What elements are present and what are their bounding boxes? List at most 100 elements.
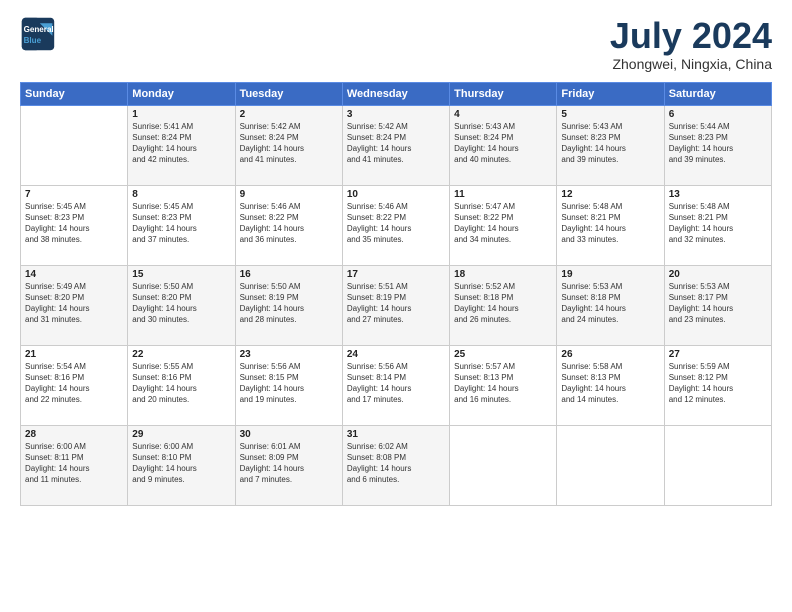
day-number: 7 [25, 189, 123, 200]
day-number: 29 [132, 429, 230, 440]
svg-text:Blue: Blue [24, 36, 42, 45]
cell-w4-d7: 27Sunrise: 5:59 AM Sunset: 8:12 PM Dayli… [664, 345, 771, 425]
day-info: Sunrise: 5:57 AM Sunset: 8:13 PM Dayligh… [454, 361, 552, 406]
day-number: 8 [132, 189, 230, 200]
day-number: 23 [240, 349, 338, 360]
day-number: 31 [347, 429, 445, 440]
col-tuesday: Tuesday [235, 82, 342, 105]
calendar-table: Sunday Monday Tuesday Wednesday Thursday… [20, 82, 772, 506]
day-number: 6 [669, 109, 767, 120]
day-number: 3 [347, 109, 445, 120]
month-title: July 2024 [610, 16, 772, 56]
cell-w5-d2: 29Sunrise: 6:00 AM Sunset: 8:10 PM Dayli… [128, 425, 235, 505]
cell-w5-d5 [450, 425, 557, 505]
day-info: Sunrise: 5:48 AM Sunset: 8:21 PM Dayligh… [669, 201, 767, 246]
week-row-5: 28Sunrise: 6:00 AM Sunset: 8:11 PM Dayli… [21, 425, 772, 505]
cell-w1-d6: 5Sunrise: 5:43 AM Sunset: 8:23 PM Daylig… [557, 105, 664, 185]
day-number: 17 [347, 269, 445, 280]
cell-w2-d2: 8Sunrise: 5:45 AM Sunset: 8:23 PM Daylig… [128, 185, 235, 265]
cell-w4-d5: 25Sunrise: 5:57 AM Sunset: 8:13 PM Dayli… [450, 345, 557, 425]
day-info: Sunrise: 5:56 AM Sunset: 8:15 PM Dayligh… [240, 361, 338, 406]
col-wednesday: Wednesday [342, 82, 449, 105]
cell-w1-d7: 6Sunrise: 5:44 AM Sunset: 8:23 PM Daylig… [664, 105, 771, 185]
day-info: Sunrise: 5:50 AM Sunset: 8:19 PM Dayligh… [240, 281, 338, 326]
day-info: Sunrise: 5:43 AM Sunset: 8:24 PM Dayligh… [454, 121, 552, 166]
day-number: 21 [25, 349, 123, 360]
cell-w1-d4: 3Sunrise: 5:42 AM Sunset: 8:24 PM Daylig… [342, 105, 449, 185]
logo-icon: General Blue [20, 16, 56, 52]
cell-w3-d7: 20Sunrise: 5:53 AM Sunset: 8:17 PM Dayli… [664, 265, 771, 345]
week-row-1: 1Sunrise: 5:41 AM Sunset: 8:24 PM Daylig… [21, 105, 772, 185]
day-info: Sunrise: 5:44 AM Sunset: 8:23 PM Dayligh… [669, 121, 767, 166]
col-monday: Monday [128, 82, 235, 105]
cell-w4-d6: 26Sunrise: 5:58 AM Sunset: 8:13 PM Dayli… [557, 345, 664, 425]
logo: General Blue [20, 16, 56, 52]
day-info: Sunrise: 5:45 AM Sunset: 8:23 PM Dayligh… [25, 201, 123, 246]
day-info: Sunrise: 5:49 AM Sunset: 8:20 PM Dayligh… [25, 281, 123, 326]
day-number: 4 [454, 109, 552, 120]
cell-w2-d3: 9Sunrise: 5:46 AM Sunset: 8:22 PM Daylig… [235, 185, 342, 265]
cell-w1-d1 [21, 105, 128, 185]
calendar-body: 1Sunrise: 5:41 AM Sunset: 8:24 PM Daylig… [21, 105, 772, 505]
day-info: Sunrise: 5:59 AM Sunset: 8:12 PM Dayligh… [669, 361, 767, 406]
header: General Blue July 2024 Zhongwei, Ningxia… [20, 16, 772, 72]
day-info: Sunrise: 5:46 AM Sunset: 8:22 PM Dayligh… [240, 201, 338, 246]
cell-w1-d2: 1Sunrise: 5:41 AM Sunset: 8:24 PM Daylig… [128, 105, 235, 185]
day-number: 11 [454, 189, 552, 200]
day-number: 14 [25, 269, 123, 280]
day-info: Sunrise: 6:02 AM Sunset: 8:08 PM Dayligh… [347, 441, 445, 486]
day-number: 15 [132, 269, 230, 280]
cell-w3-d2: 15Sunrise: 5:50 AM Sunset: 8:20 PM Dayli… [128, 265, 235, 345]
cell-w1-d3: 2Sunrise: 5:42 AM Sunset: 8:24 PM Daylig… [235, 105, 342, 185]
day-info: Sunrise: 5:50 AM Sunset: 8:20 PM Dayligh… [132, 281, 230, 326]
day-number: 24 [347, 349, 445, 360]
cell-w3-d6: 19Sunrise: 5:53 AM Sunset: 8:18 PM Dayli… [557, 265, 664, 345]
cell-w4-d1: 21Sunrise: 5:54 AM Sunset: 8:16 PM Dayli… [21, 345, 128, 425]
cell-w3-d5: 18Sunrise: 5:52 AM Sunset: 8:18 PM Dayli… [450, 265, 557, 345]
day-number: 22 [132, 349, 230, 360]
cell-w4-d2: 22Sunrise: 5:55 AM Sunset: 8:16 PM Dayli… [128, 345, 235, 425]
day-info: Sunrise: 5:43 AM Sunset: 8:23 PM Dayligh… [561, 121, 659, 166]
day-info: Sunrise: 5:55 AM Sunset: 8:16 PM Dayligh… [132, 361, 230, 406]
day-info: Sunrise: 5:41 AM Sunset: 8:24 PM Dayligh… [132, 121, 230, 166]
day-info: Sunrise: 5:48 AM Sunset: 8:21 PM Dayligh… [561, 201, 659, 246]
col-friday: Friday [557, 82, 664, 105]
svg-text:General: General [24, 25, 54, 34]
day-info: Sunrise: 6:01 AM Sunset: 8:09 PM Dayligh… [240, 441, 338, 486]
day-number: 30 [240, 429, 338, 440]
day-info: Sunrise: 5:42 AM Sunset: 8:24 PM Dayligh… [240, 121, 338, 166]
day-number: 5 [561, 109, 659, 120]
subtitle: Zhongwei, Ningxia, China [610, 56, 772, 72]
cell-w2-d1: 7Sunrise: 5:45 AM Sunset: 8:23 PM Daylig… [21, 185, 128, 265]
day-number: 19 [561, 269, 659, 280]
week-row-3: 14Sunrise: 5:49 AM Sunset: 8:20 PM Dayli… [21, 265, 772, 345]
day-info: Sunrise: 5:53 AM Sunset: 8:17 PM Dayligh… [669, 281, 767, 326]
day-number: 9 [240, 189, 338, 200]
day-info: Sunrise: 5:51 AM Sunset: 8:19 PM Dayligh… [347, 281, 445, 326]
cell-w5-d4: 31Sunrise: 6:02 AM Sunset: 8:08 PM Dayli… [342, 425, 449, 505]
cell-w2-d7: 13Sunrise: 5:48 AM Sunset: 8:21 PM Dayli… [664, 185, 771, 265]
cell-w5-d1: 28Sunrise: 6:00 AM Sunset: 8:11 PM Dayli… [21, 425, 128, 505]
day-info: Sunrise: 5:52 AM Sunset: 8:18 PM Dayligh… [454, 281, 552, 326]
day-info: Sunrise: 5:54 AM Sunset: 8:16 PM Dayligh… [25, 361, 123, 406]
day-number: 1 [132, 109, 230, 120]
week-row-4: 21Sunrise: 5:54 AM Sunset: 8:16 PM Dayli… [21, 345, 772, 425]
day-info: Sunrise: 5:42 AM Sunset: 8:24 PM Dayligh… [347, 121, 445, 166]
cell-w2-d5: 11Sunrise: 5:47 AM Sunset: 8:22 PM Dayli… [450, 185, 557, 265]
header-row: Sunday Monday Tuesday Wednesday Thursday… [21, 82, 772, 105]
cell-w3-d4: 17Sunrise: 5:51 AM Sunset: 8:19 PM Dayli… [342, 265, 449, 345]
title-block: July 2024 Zhongwei, Ningxia, China [610, 16, 772, 72]
day-number: 27 [669, 349, 767, 360]
day-info: Sunrise: 5:47 AM Sunset: 8:22 PM Dayligh… [454, 201, 552, 246]
day-number: 12 [561, 189, 659, 200]
cell-w4-d4: 24Sunrise: 5:56 AM Sunset: 8:14 PM Dayli… [342, 345, 449, 425]
week-row-2: 7Sunrise: 5:45 AM Sunset: 8:23 PM Daylig… [21, 185, 772, 265]
day-info: Sunrise: 5:45 AM Sunset: 8:23 PM Dayligh… [132, 201, 230, 246]
day-info: Sunrise: 5:58 AM Sunset: 8:13 PM Dayligh… [561, 361, 659, 406]
cell-w3-d3: 16Sunrise: 5:50 AM Sunset: 8:19 PM Dayli… [235, 265, 342, 345]
cell-w2-d4: 10Sunrise: 5:46 AM Sunset: 8:22 PM Dayli… [342, 185, 449, 265]
cell-w2-d6: 12Sunrise: 5:48 AM Sunset: 8:21 PM Dayli… [557, 185, 664, 265]
day-number: 13 [669, 189, 767, 200]
day-number: 26 [561, 349, 659, 360]
day-number: 18 [454, 269, 552, 280]
